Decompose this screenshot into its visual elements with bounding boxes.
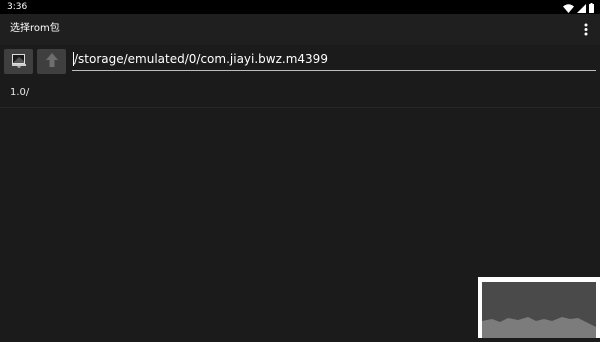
home-folder-icon	[9, 50, 29, 74]
overflow-menu-icon[interactable]	[580, 21, 592, 38]
home-folder-button[interactable]	[4, 49, 33, 74]
path-input[interactable]: /storage/emulated/0/com.jiayi.bwz.m4399	[72, 50, 596, 71]
file-list: 1.0/	[0, 79, 600, 108]
preview-thumbnail	[478, 277, 600, 338]
status-icons	[563, 2, 594, 13]
path-toolbar: /storage/emulated/0/com.jiayi.bwz.m4399	[0, 45, 600, 77]
list-item[interactable]: 1.0/	[0, 79, 600, 108]
action-bar: 选择rom包	[0, 14, 600, 45]
status-bar: 3:36	[0, 0, 600, 14]
path-text: /storage/emulated/0/com.jiayi.bwz.m4399	[74, 52, 328, 66]
status-time: 3:36	[7, 2, 28, 12]
list-item-name: 1.0/	[10, 87, 30, 98]
up-arrow-icon	[45, 52, 59, 72]
app-title: 选择rom包	[10, 23, 60, 34]
up-directory-button[interactable]	[37, 49, 66, 74]
